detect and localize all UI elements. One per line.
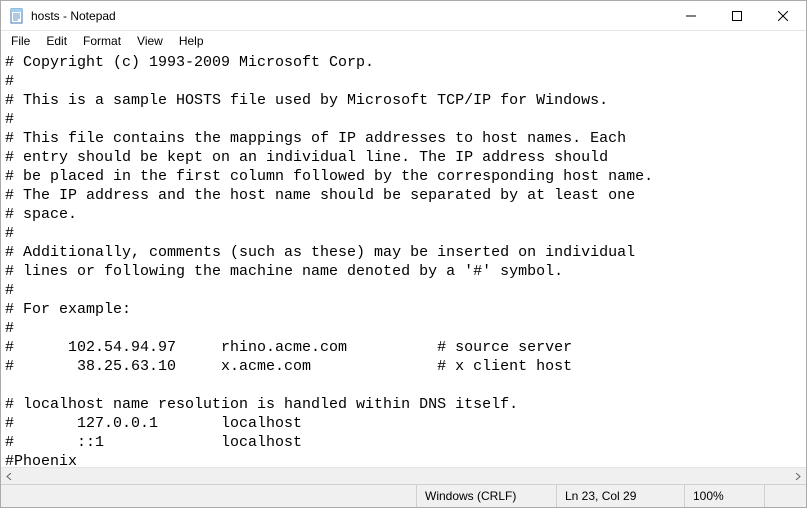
menu-format[interactable]: Format (75, 33, 129, 49)
menubar: File Edit Format View Help (1, 31, 806, 51)
menu-view[interactable]: View (129, 33, 171, 49)
scroll-left-arrow-icon[interactable] (1, 468, 18, 485)
menu-file[interactable]: File (3, 33, 38, 49)
scrollbar-track[interactable] (18, 468, 789, 484)
status-cursor-position: Ln 23, Col 29 (556, 485, 684, 507)
scroll-right-arrow-icon[interactable] (789, 468, 806, 485)
statusbar: Windows (CRLF) Ln 23, Col 29 100% (1, 484, 806, 507)
status-spacer (1, 485, 416, 507)
minimize-button[interactable] (668, 1, 714, 30)
editor-area: # Copyright (c) 1993-2009 Microsoft Corp… (1, 51, 806, 484)
menu-help[interactable]: Help (171, 33, 212, 49)
notepad-app-icon (9, 8, 25, 24)
maximize-button[interactable] (714, 1, 760, 30)
status-line-ending: Windows (CRLF) (416, 485, 556, 507)
close-button[interactable] (760, 1, 806, 30)
window-controls (668, 1, 806, 30)
titlebar: hosts - Notepad (1, 1, 806, 31)
window-title: hosts - Notepad (31, 9, 668, 23)
menu-edit[interactable]: Edit (38, 33, 75, 49)
horizontal-scrollbar[interactable] (1, 467, 806, 484)
text-editor[interactable]: # Copyright (c) 1993-2009 Microsoft Corp… (1, 51, 806, 467)
status-zoom: 100% (684, 485, 764, 507)
status-encoding (764, 485, 806, 507)
